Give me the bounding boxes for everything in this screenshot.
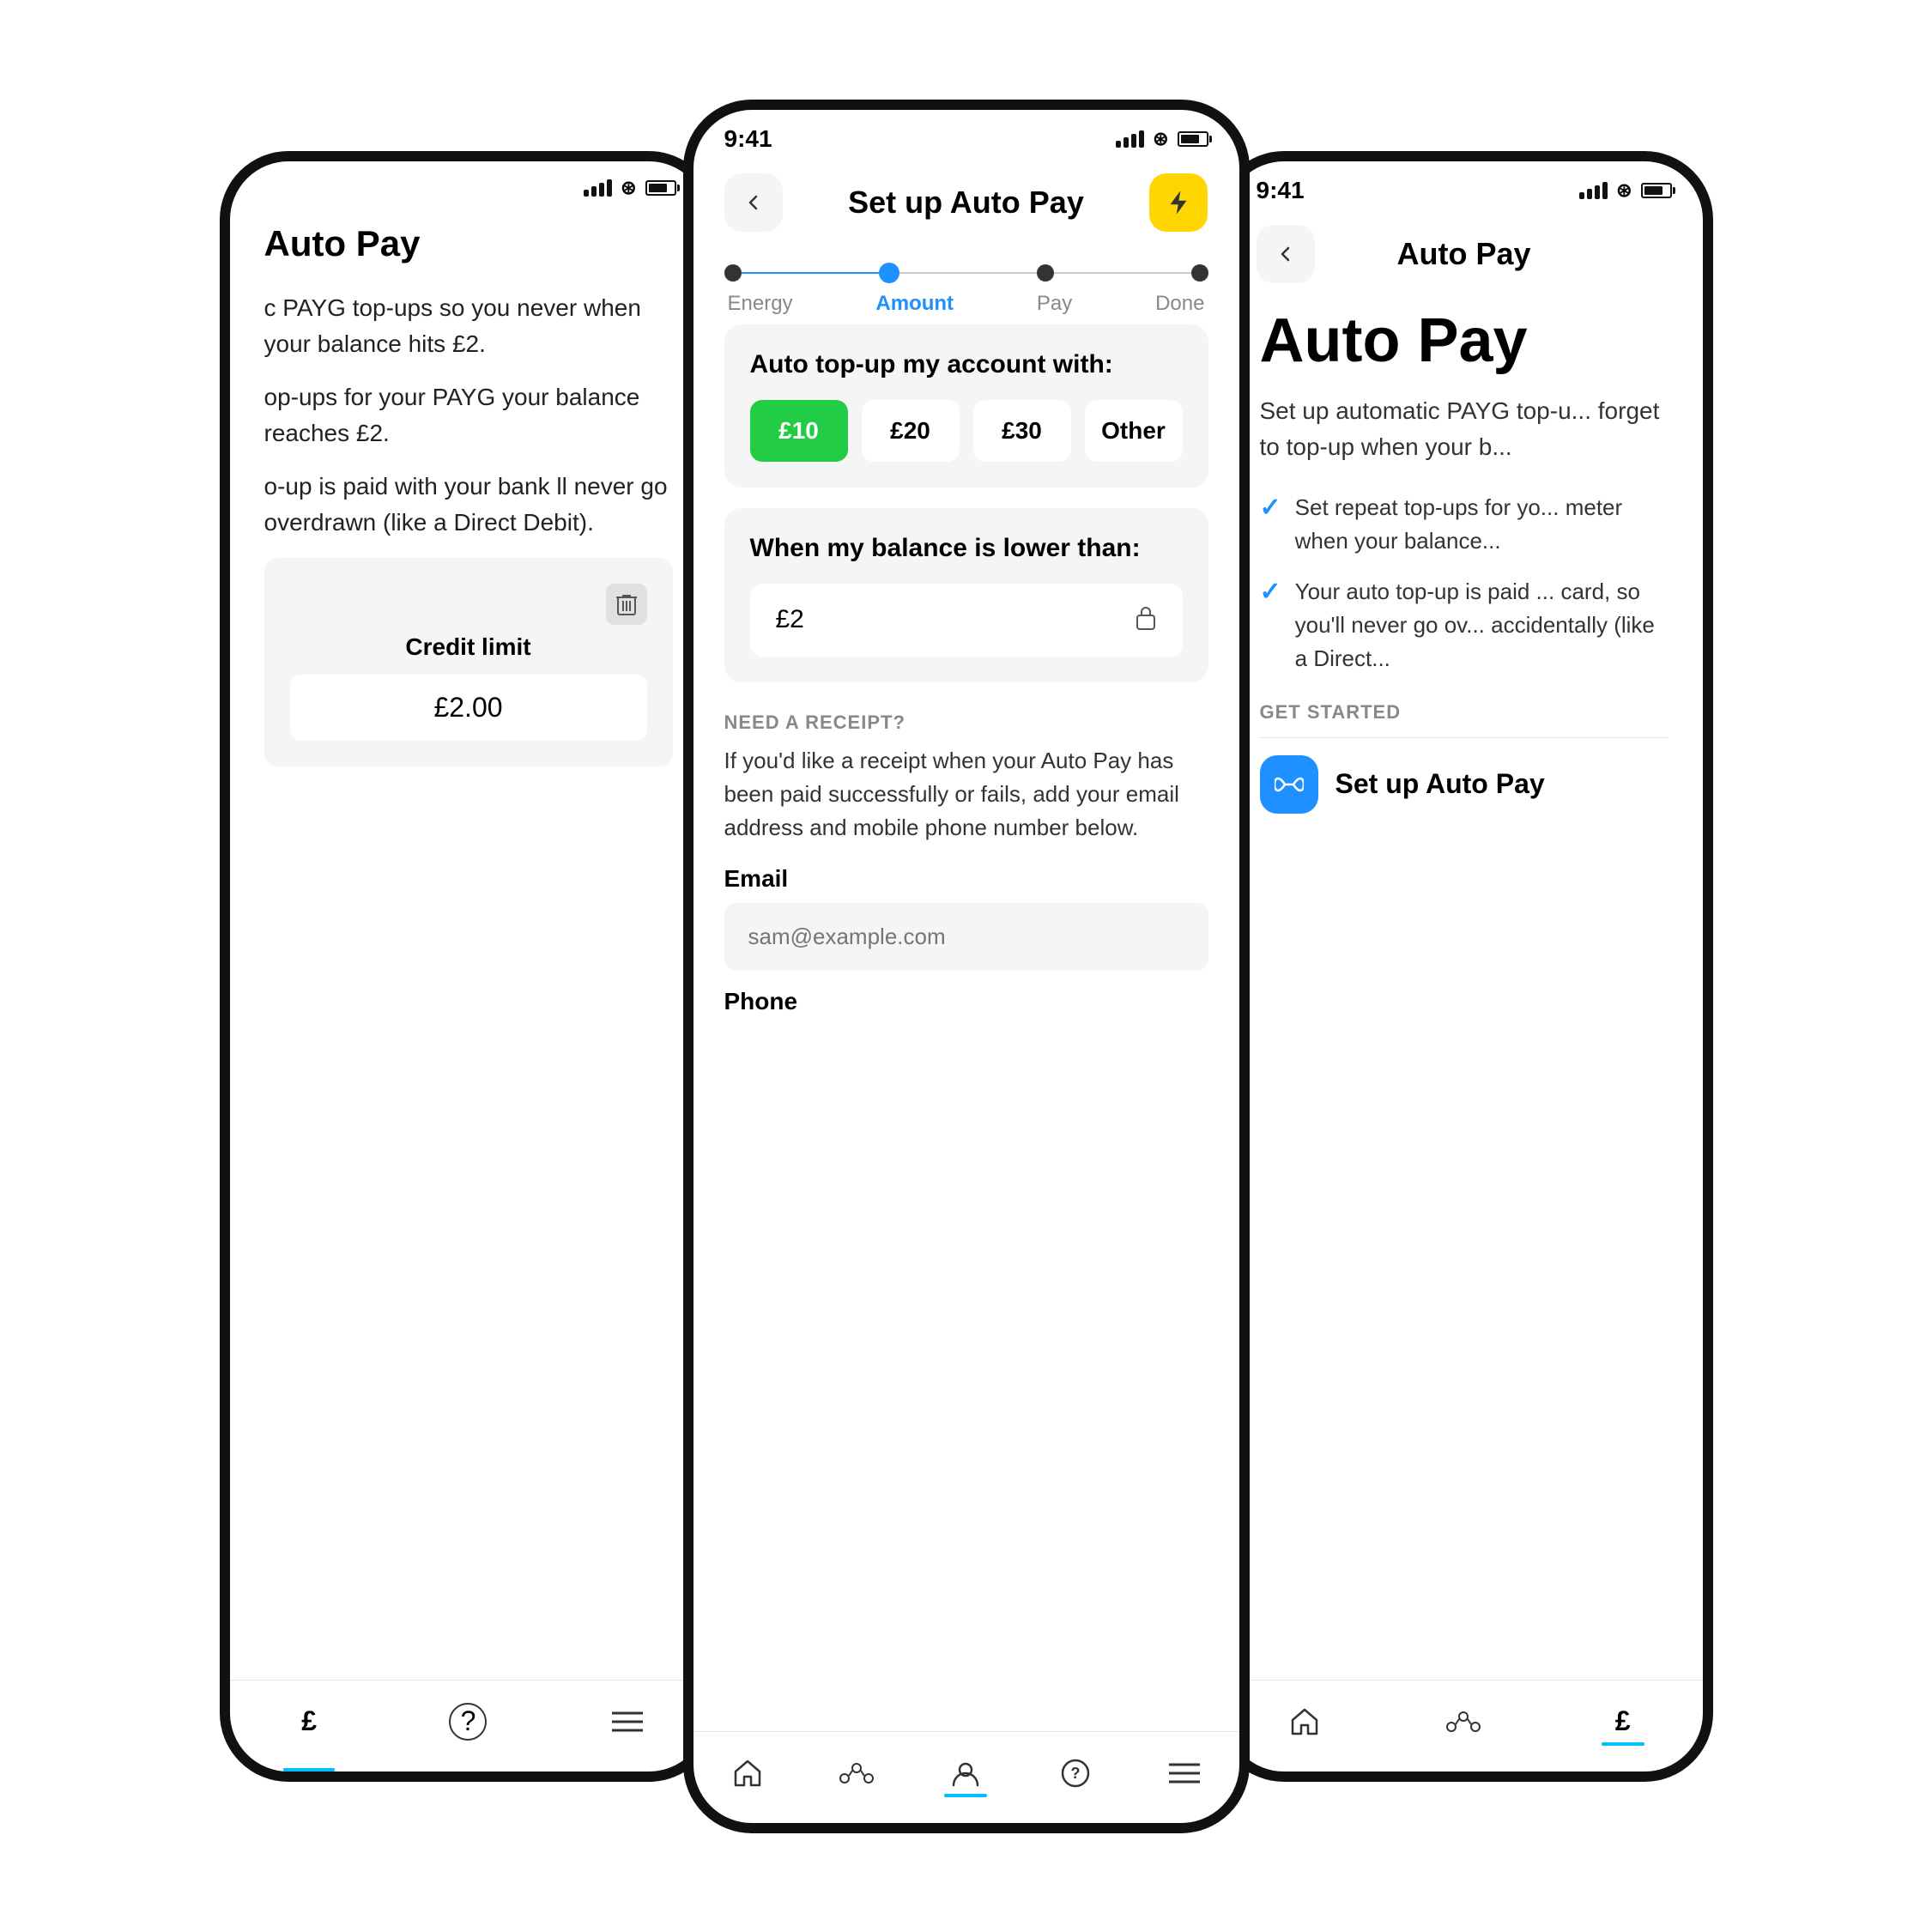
right-page-title: Auto Pay [1396,236,1530,272]
right-nav-network[interactable] [1439,1698,1487,1746]
right-wifi-icon: ⊛ [1616,179,1632,202]
left-nav-help[interactable]: ? [444,1698,492,1746]
center-app-header: Set up Auto Pay [693,160,1239,245]
right-phone: 9:41 ⊛ Auto Pay [1215,151,1713,1782]
trash-icon[interactable] [606,584,647,625]
left-body-text-1: c PAYG top-ups so you never when your ba… [264,290,673,362]
center-nav-menu[interactable] [1160,1749,1208,1797]
balance-value: £2 [776,605,804,634]
amount-btn-20[interactable]: £20 [862,400,960,462]
left-nav-billing[interactable]: £ [285,1698,333,1746]
right-app-header: Auto Pay [1226,211,1703,297]
right-battery-icon [1641,183,1672,198]
signal-icon [584,179,612,197]
center-nav-bar: ? [693,1731,1239,1823]
center-time: 9:41 [724,125,772,153]
center-status-bar: 9:41 ⊛ [693,110,1239,160]
check-item-2: ✓ Your auto top-up is paid ... card, so … [1260,575,1669,675]
center-nav-network[interactable] [833,1749,881,1797]
right-back-button[interactable] [1257,225,1315,283]
credit-limit-label: Credit limit [290,633,647,661]
right-nav-billing[interactable]: £ [1599,1698,1647,1746]
balance-display: £2 [750,584,1183,657]
progress-steps: Energy Amount Pay Done [693,245,1239,324]
center-status-icons: ⊛ [1116,128,1208,150]
step-line-2 [899,272,1037,274]
right-status-icons: ⊛ [1579,179,1671,202]
right-status-bar: 9:41 ⊛ [1226,161,1703,211]
check-text-2: Your auto top-up is paid ... card, so yo… [1295,575,1669,675]
left-header: Auto Pay [264,206,673,290]
email-field-label: Email [724,865,1208,893]
center-nav-home[interactable] [724,1749,772,1797]
amount-btn-other[interactable]: Other [1085,400,1183,462]
left-nav-menu[interactable] [603,1698,651,1746]
amount-options: £10 £20 £30 Other [750,400,1183,462]
get-started-label: GET STARTED [1260,701,1669,724]
check-text-1: Set repeat top-ups for yo... meter when … [1295,491,1669,558]
left-nav-bar: £ ? [230,1680,707,1772]
right-nav-home[interactable] [1281,1698,1329,1746]
phone-field-label: Phone [724,988,1208,1015]
receipt-label: NEED A RECEIPT? [724,712,1208,734]
right-main-content: Auto Pay Set up automatic PAYG top-u... … [1226,297,1703,1680]
credit-limit-box: Credit limit £2.00 [264,558,673,766]
right-nav-bar: £ [1226,1680,1703,1772]
wifi-icon: ⊛ [621,177,636,199]
left-body-text-3: o-up is paid with your bank ll never go … [264,469,673,541]
check-mark-2: ✓ [1260,577,1281,607]
battery-icon [645,180,676,196]
left-title: Auto Pay [264,223,673,264]
center-page-title: Set up Auto Pay [848,185,1084,221]
left-content: Auto Pay c PAYG top-ups so you never whe… [230,206,707,1680]
step-line-3 [1054,272,1191,274]
left-status-icons: ⊛ [584,177,675,199]
step-label-done: Done [1155,292,1204,316]
right-checklist: ✓ Set repeat top-ups for yo... meter whe… [1260,491,1669,675]
center-action-button[interactable] [1149,173,1208,232]
check-item-1: ✓ Set repeat top-ups for yo... meter whe… [1260,491,1669,558]
credit-limit-value: £2.00 [290,675,647,741]
receipt-description: If you'd like a receipt when your Auto P… [724,744,1208,845]
balance-section-title: When my balance is lower than: [750,534,1183,563]
step-dot-done [1191,264,1208,282]
right-signal-icon [1579,182,1608,199]
center-back-button[interactable] [724,173,783,232]
center-nav-help[interactable]: ? [1051,1749,1099,1797]
scene: ⊛ Auto Pay c PAYG top-ups so you never w… [0,0,1932,1932]
right-description: Set up automatic PAYG top-u... forget to… [1260,393,1669,465]
check-mark-1: ✓ [1260,493,1281,523]
email-input[interactable] [724,903,1208,971]
step-line-1 [742,272,879,274]
step-dot-pay [1037,264,1054,282]
left-body-text-2: op-ups for your PAYG your balance reache… [264,379,673,451]
infinity-icon [1260,755,1318,814]
step-dot-amount [879,263,899,283]
left-status-bar: ⊛ [230,161,707,206]
amount-btn-30[interactable]: £30 [973,400,1071,462]
center-battery-icon [1178,131,1208,147]
lock-icon [1135,604,1157,636]
center-scrollable-content: Auto top-up my account with: £10 £20 £30… [693,324,1239,1731]
center-signal-icon [1116,130,1144,148]
balance-section-card: When my balance is lower than: £2 [724,508,1208,682]
step-label-amount: Amount [875,292,954,316]
divider [1260,737,1669,738]
svg-text:?: ? [1070,1765,1080,1782]
topup-section-card: Auto top-up my account with: £10 £20 £30… [724,324,1208,488]
step-label-pay: Pay [1037,292,1072,316]
left-phone: ⊛ Auto Pay c PAYG top-ups so you never w… [220,151,718,1782]
step-label-energy: Energy [728,292,793,316]
center-nav-account[interactable] [942,1749,990,1797]
right-main-title: Auto Pay [1260,306,1669,376]
topup-section-title: Auto top-up my account with: [750,350,1183,379]
center-phone: 9:41 ⊛ Set up Auto Pay [683,100,1250,1833]
amount-btn-10[interactable]: £10 [750,400,848,462]
right-time: 9:41 [1257,177,1305,204]
setup-autopay-text: Set up Auto Pay [1335,768,1545,800]
center-wifi-icon: ⊛ [1153,128,1168,150]
receipt-section: NEED A RECEIPT? If you'd like a receipt … [724,703,1208,1034]
setup-autopay-button[interactable]: Set up Auto Pay [1260,755,1669,814]
step-dot-energy [724,264,742,282]
